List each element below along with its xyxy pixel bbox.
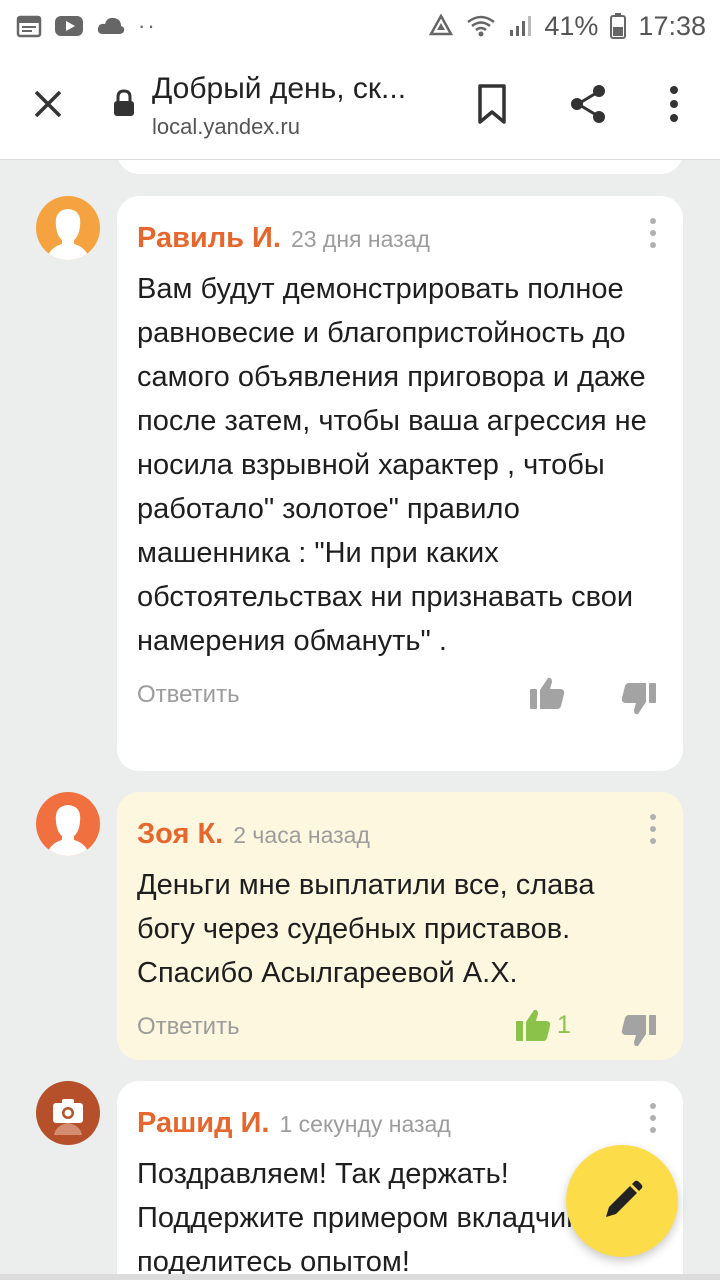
comment-header: Рашид И. 1 секунду назад [137,1107,663,1140]
page-url: local.yandex.ru [152,114,300,139]
comment-time: 23 дня назад [290,226,430,252]
status-bar-left: ·· [16,13,157,39]
reply-button[interactable]: Ответить [137,1013,240,1041]
youtube-icon [55,16,83,36]
avatar[interactable] [36,792,100,856]
more-vert-icon[interactable] [656,82,692,126]
comment-author[interactable]: Равиль И. [137,222,281,255]
user-silhouette-icon [46,209,90,260]
bookmark-icon[interactable] [474,82,510,126]
comment-author[interactable]: Рашид И. [137,1107,269,1140]
camera-icon [53,1099,83,1135]
comment-card: Зоя К. 2 часа назад Деньги мне выплатили… [117,792,683,1060]
cloud-icon [97,17,125,34]
user-silhouette-icon [46,805,90,856]
reply-button[interactable]: Ответить [137,681,240,709]
pencil-icon [606,1180,643,1217]
bottom-divider [0,1274,720,1280]
thumbs-down-icon[interactable] [619,679,659,719]
battery-icon [610,13,627,39]
comment-menu-icon[interactable] [643,216,663,250]
comment-header: Равиль И. 23 дня назад [137,222,663,255]
signal-icon [510,16,532,36]
comment-author[interactable]: Зоя К. [137,818,223,851]
write-comment-button[interactable] [566,1145,678,1257]
comment-actions: Ответить 1 [137,1005,663,1053]
comment-text: Вам будут демонстрировать полное равнове… [137,273,647,657]
comment-header: Зоя К. 2 часа назад [137,818,663,851]
lock-icon [114,89,134,116]
thumbs-up-icon[interactable] [513,1005,553,1045]
comment-card: Равиль И. 23 дня назад Вам будут демонст… [117,196,683,771]
browser-toolbar: Добрый день, ск... local.yandex.ru [0,52,720,160]
address-block[interactable]: Добрый день, ск... local.yandex.ru [152,72,442,140]
thumbs-down-icon[interactable] [619,1011,659,1051]
comments-feed[interactable]: Равиль И. 23 дня назад Вам будут демонст… [0,160,720,1280]
share-icon[interactable] [566,82,610,126]
status-time: 17:38 [638,10,706,41]
wifi-icon [467,15,496,37]
page-title: Добрый день, ск... [152,72,407,105]
comment-menu-icon[interactable] [643,812,663,846]
close-icon[interactable] [26,82,70,126]
comment-text: Деньги мне выплатили все, слава богу чер… [137,869,595,989]
comment-menu-icon[interactable] [643,1101,663,1135]
status-bar: ·· 41% 17:38 [0,0,720,52]
status-bar-more: ·· [138,13,157,38]
avatar[interactable] [36,1081,100,1145]
thumbs-up-icon[interactable] [527,673,567,713]
avatar[interactable] [36,196,100,260]
comment-time: 1 секунду назад [279,1111,451,1137]
previous-comment-card [117,160,683,174]
recycle-icon [429,14,454,36]
like-count: 1 [557,1011,571,1039]
comment-actions: Ответить [137,673,663,721]
battery-percent: 41% [544,10,599,41]
calendar-icon [16,15,42,38]
comment-time: 2 часа назад [233,822,370,848]
status-bar-right: 41% 17:38 [428,11,706,42]
